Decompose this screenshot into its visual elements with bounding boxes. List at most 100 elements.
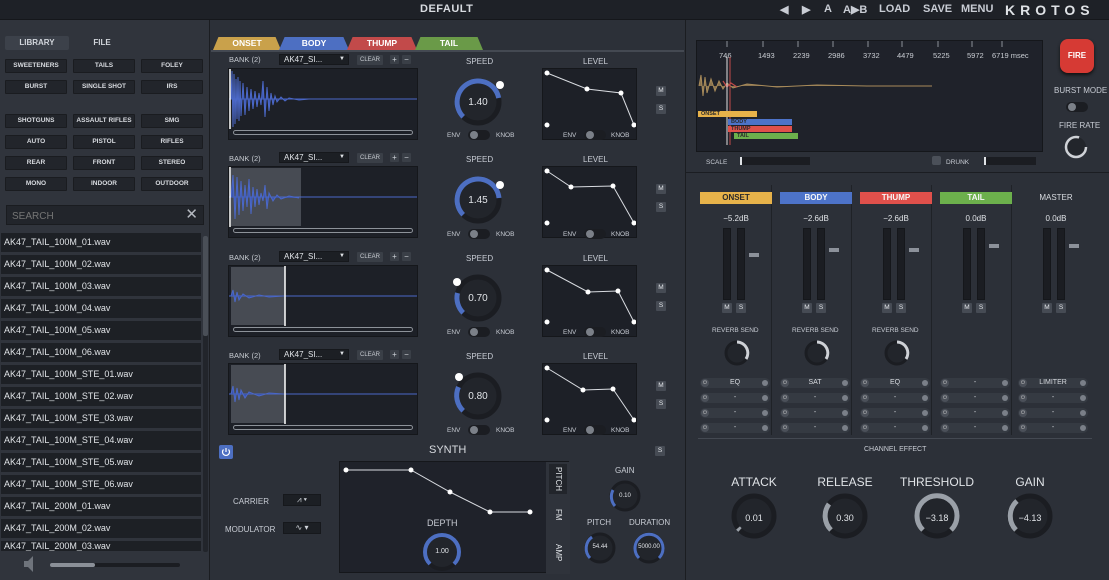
fx-slot[interactable]: ⏻ - <box>1018 408 1088 418</box>
mute-button[interactable]: M <box>656 184 666 194</box>
file-item[interactable]: AK47_TAIL_100M_STE_03.wav <box>1 409 201 428</box>
file-item[interactable]: AK47_TAIL_100M_STE_01.wav <box>1 365 201 384</box>
power-icon[interactable]: ⏻ <box>861 394 869 402</box>
fx-settings-icon[interactable] <box>1002 380 1008 386</box>
tab-tail[interactable]: TAIL <box>415 37 483 50</box>
load-button[interactable]: LOAD <box>879 3 910 15</box>
env-knob-toggle[interactable] <box>468 425 490 435</box>
scrollbar-thumb[interactable] <box>203 236 208 336</box>
fx-settings-icon[interactable] <box>1002 425 1008 431</box>
clear-button[interactable]: CLEAR <box>357 153 383 163</box>
category-mono[interactable]: MONO <box>5 177 67 191</box>
sample-select[interactable]: AK47_SI... ▼ <box>279 152 349 163</box>
channel-solo-button[interactable]: S <box>896 303 906 313</box>
power-icon[interactable]: ⏻ <box>781 379 789 387</box>
level-env-toggle[interactable] <box>584 229 606 239</box>
fx-slot[interactable]: ⏻ - <box>940 408 1010 418</box>
waveform-display[interactable] <box>228 363 418 435</box>
fx-settings-icon[interactable] <box>842 395 848 401</box>
solo-button[interactable]: S <box>656 104 666 114</box>
burst-mode-toggle[interactable] <box>1066 102 1088 112</box>
category-foley[interactable]: FOLEY <box>141 59 203 73</box>
master-fader[interactable] <box>1069 244 1079 248</box>
preset-name[interactable]: DEFAULT <box>420 3 473 15</box>
tab-pitch[interactable]: PITCH <box>549 464 567 494</box>
remove-sample-button[interactable]: − <box>402 55 411 64</box>
sample-select[interactable]: AK47_SI... ▼ <box>279 251 349 262</box>
file-item[interactable]: AK47_TAIL_200M_03.wav <box>1 541 201 551</box>
power-icon[interactable]: ⏻ <box>941 424 949 432</box>
reverb-send-knob[interactable] <box>802 338 832 368</box>
category-pistol[interactable]: PISTOL <box>73 135 135 149</box>
fx-settings-icon[interactable] <box>1080 380 1086 386</box>
remove-sample-button[interactable]: − <box>402 350 411 359</box>
power-icon[interactable]: ⏻ <box>701 424 709 432</box>
reverb-send-knob[interactable] <box>722 338 752 368</box>
category-auto[interactable]: AUTO <box>5 135 67 149</box>
file-item[interactable]: AK47_TAIL_200M_02.wav <box>1 519 201 538</box>
tab-onset[interactable]: ONSET <box>213 37 281 50</box>
waveform-scrollbar[interactable] <box>233 228 413 233</box>
category-rear[interactable]: REAR <box>5 156 67 170</box>
level-envelope[interactable] <box>542 166 637 238</box>
synth-power-button[interactable] <box>219 445 233 459</box>
waveform-scrollbar[interactable] <box>233 327 413 332</box>
tail-region-bar[interactable]: TAIL <box>734 133 798 139</box>
clear-button[interactable]: CLEAR <box>357 350 383 360</box>
synth-envelope-panel[interactable]: DEPTH 1.00 PITCH FM AMP <box>339 461 570 574</box>
level-env-toggle[interactable] <box>584 130 606 140</box>
category-irs[interactable]: IRS <box>141 80 203 94</box>
remove-sample-button[interactable]: − <box>402 153 411 162</box>
fx-slot[interactable]: ⏻ - <box>860 393 930 403</box>
env-knob-toggle[interactable] <box>468 327 490 337</box>
tab-amp[interactable]: AMP <box>549 538 567 568</box>
fire-rate-knob[interactable] <box>1063 134 1089 160</box>
channel-fader[interactable] <box>989 244 999 248</box>
add-sample-button[interactable]: + <box>390 252 399 261</box>
fx-settings-icon[interactable] <box>762 395 768 401</box>
menu-button[interactable]: MENU <box>961 3 993 15</box>
body-region-bar[interactable]: BODY <box>728 119 792 125</box>
mute-button[interactable]: M <box>656 283 666 293</box>
fx-settings-icon[interactable] <box>842 425 848 431</box>
fx-slot[interactable]: ⏻ - <box>1018 423 1088 433</box>
fx-settings-icon[interactable] <box>1080 395 1086 401</box>
category-tails[interactable]: TAILS <box>73 59 135 73</box>
clear-button[interactable]: CLEAR <box>357 252 383 262</box>
channel-fader[interactable] <box>749 253 759 257</box>
fx-slot-master-1[interactable]: ⏻ LIMITER <box>1018 378 1088 388</box>
fx-settings-icon[interactable] <box>922 410 928 416</box>
fx-slot[interactable]: ⏻ - <box>780 393 850 403</box>
power-icon[interactable]: ⏻ <box>861 409 869 417</box>
power-icon[interactable]: ⏻ <box>781 409 789 417</box>
tab-fm[interactable]: FM <box>549 500 567 530</box>
remove-sample-button[interactable]: − <box>402 252 411 261</box>
save-button[interactable]: SAVE <box>923 3 952 15</box>
channel-solo-button[interactable]: S <box>816 303 826 313</box>
search-input[interactable] <box>7 207 177 226</box>
power-icon[interactable]: ⏻ <box>781 394 789 402</box>
file-list-scrollbar[interactable] <box>203 236 208 552</box>
onset-region-bar[interactable]: ONSET <box>698 111 757 117</box>
env-knob-toggle[interactable] <box>468 229 490 239</box>
file-item[interactable]: AK47_TAIL_100M_06.wav <box>1 343 201 362</box>
power-icon[interactable]: ⏻ <box>781 424 789 432</box>
fx-slot[interactable]: ⏻ - <box>860 423 930 433</box>
category-burst[interactable]: BURST <box>5 80 67 94</box>
power-icon[interactable]: ⏻ <box>701 409 709 417</box>
thump-region-bar[interactable]: THUMP <box>728 126 792 132</box>
file-item[interactable]: AK47_TAIL_100M_STE_02.wav <box>1 387 201 406</box>
env-knob-toggle[interactable] <box>468 130 490 140</box>
fx-settings-icon[interactable] <box>922 380 928 386</box>
drunk-toggle[interactable] <box>932 156 941 165</box>
carrier-waveform-select[interactable]: ⩘ ▾ <box>283 494 321 506</box>
channel-mute-button[interactable]: M <box>962 303 972 313</box>
prev-preset-button[interactable]: ◀ <box>780 3 788 16</box>
file-item[interactable]: AK47_TAIL_100M_01.wav <box>1 233 201 252</box>
file-item[interactable]: AK47_TAIL_100M_05.wav <box>1 321 201 340</box>
a-button[interactable]: A <box>824 3 832 15</box>
category-stereo[interactable]: STEREO <box>141 156 203 170</box>
power-icon[interactable]: ⏻ <box>941 394 949 402</box>
fx-slot[interactable]: ⏻ - <box>940 423 1010 433</box>
fx-slot[interactable]: ⏻ - <box>700 393 770 403</box>
